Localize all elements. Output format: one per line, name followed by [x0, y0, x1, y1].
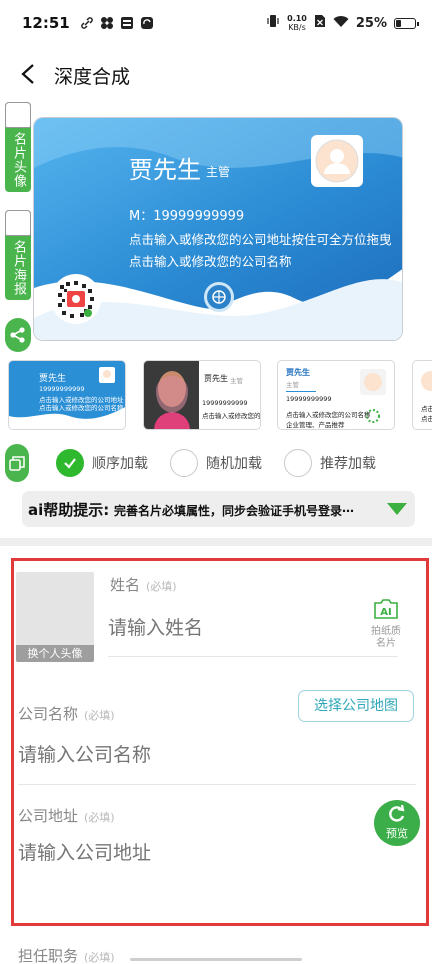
- no-sim-icon: [314, 14, 326, 32]
- card-avatar: [311, 135, 363, 187]
- card-address: 点击输入或修改您的公司地址按住可全方位拖曳: [129, 232, 392, 247]
- cards-stack-icon: [9, 456, 25, 471]
- position-label: 担任职务 (必填): [18, 947, 115, 964]
- business-card-preview[interactable]: 贾先生 主管 M：19999999999 点击输入或修改您的公司地址按住可全方位…: [33, 117, 403, 341]
- vibrate-icon: [266, 14, 280, 32]
- inbox-icon: [120, 16, 134, 34]
- net-speed: 0.10 KB/s: [287, 14, 307, 32]
- status-right: 0.10 KB/s 25%: [266, 14, 419, 32]
- ai-hint-bar[interactable]: ai帮助提示: 完善名片必填属性，同步会验证手机号登录⋯: [22, 491, 415, 527]
- back-button[interactable]: [12, 58, 44, 90]
- ai-hint-title: ai帮助提示:: [28, 501, 110, 519]
- radio-checked-icon: [56, 449, 84, 477]
- load-option-recommended[interactable]: 推荐加载: [284, 449, 376, 477]
- load-option-random[interactable]: 随机加载: [170, 449, 262, 477]
- highlight-frame: [11, 558, 429, 926]
- template-card-3[interactable]: 贾先生 主管 19999999999 点击输入或修改您的公司名称 企业管理、产品…: [277, 360, 395, 430]
- sync-icon: [140, 16, 154, 34]
- card-role: 主管: [206, 165, 231, 179]
- link-icon: [80, 16, 94, 34]
- tab-card-avatar-label: 名片头像: [11, 132, 26, 188]
- notification-icons: [80, 16, 154, 34]
- share-icon: [10, 327, 25, 343]
- card-phone: M：19999999999: [129, 209, 245, 224]
- battery-text: 25%: [355, 15, 387, 31]
- template-card-2[interactable]: 贾先生 主管 19999999999 点击输入或修改您的公司地址: [143, 360, 261, 430]
- expand-arrow-icon[interactable]: [387, 503, 407, 515]
- title-bar: 深度合成: [0, 52, 432, 96]
- card-name: 贾先生: [129, 156, 201, 184]
- scroll-indicator: [130, 958, 302, 961]
- radio-unchecked-icon: [170, 449, 198, 477]
- wifi-icon: [333, 15, 349, 32]
- status-time: 12:51: [22, 14, 70, 32]
- page-title: 深度合成: [54, 66, 131, 88]
- status-bar: 12:51 0.10 KB/s 25%: [0, 0, 432, 52]
- tab-card-avatar[interactable]: 名片头像: [5, 102, 31, 192]
- load-mode-button[interactable]: [5, 444, 29, 482]
- person-icon: [315, 139, 359, 183]
- card-company: 点击输入或修改您的公司名称: [129, 254, 292, 269]
- section-divider: [0, 538, 432, 546]
- qr-code-icon: [50, 273, 102, 325]
- fan-icon: [100, 16, 114, 34]
- chevron-left-icon: [21, 64, 34, 84]
- battery-icon: [394, 17, 419, 29]
- template-card-4[interactable]: 点击输入 点击: [412, 360, 432, 430]
- tab-card-poster[interactable]: 名片海报: [5, 210, 31, 300]
- company-logo-icon: [204, 282, 234, 312]
- radio-unchecked-icon: [284, 449, 312, 477]
- share-button[interactable]: [5, 318, 31, 352]
- load-option-sequential[interactable]: 顺序加载: [56, 449, 148, 477]
- tab-card-poster-label: 名片海报: [11, 240, 26, 296]
- template-card-1[interactable]: 贾先生 19999999999 点击输入或修改您的公司地址 点击输入或修改您的公…: [8, 360, 126, 430]
- ai-hint-text: 完善名片必填属性，同步会验证手机号登录⋯: [114, 504, 355, 518]
